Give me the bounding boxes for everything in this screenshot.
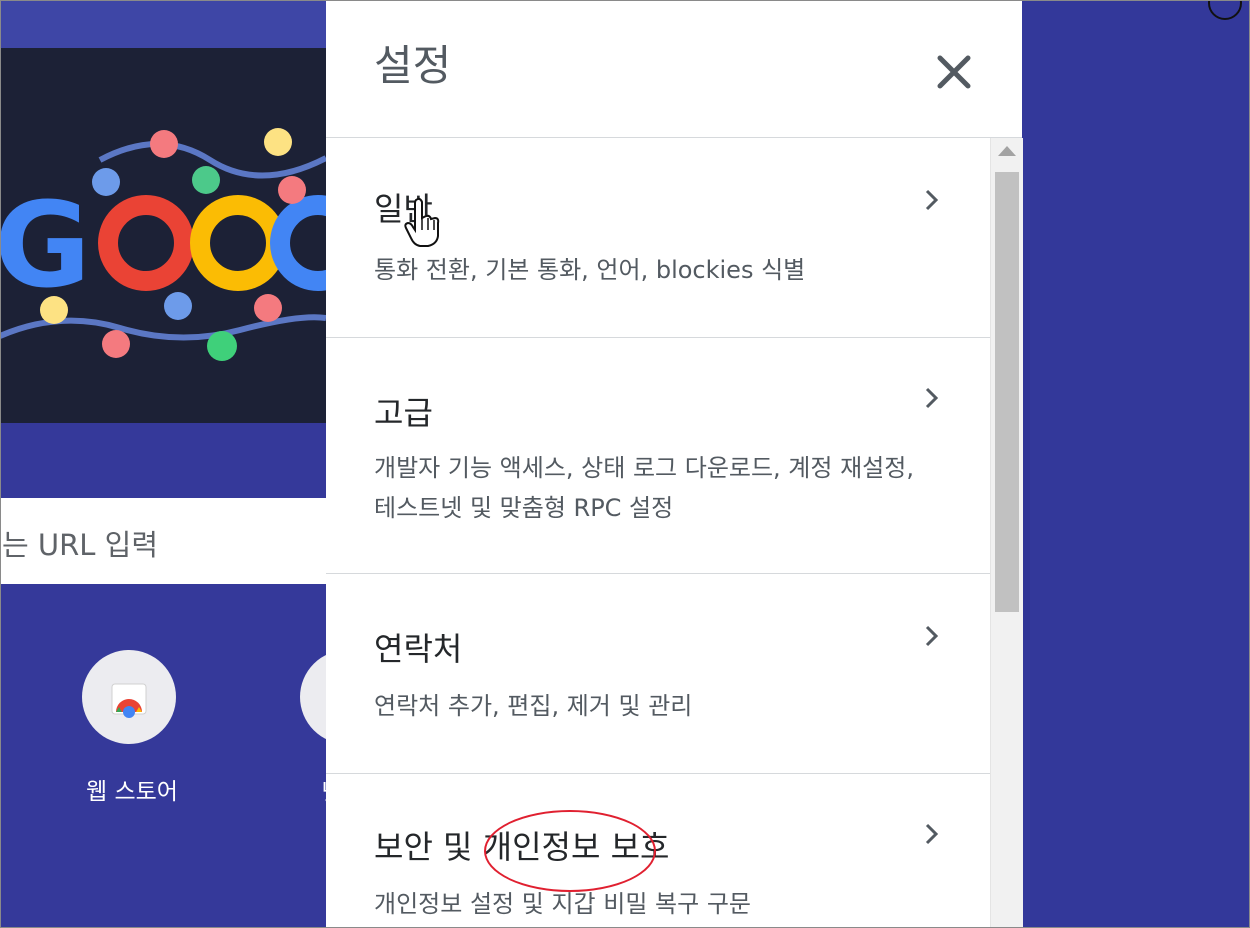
settings-panel: 설정 일반 통화 전환, 기본 통화, 언어, blockies 식별 고급 개…: [326, 0, 1023, 928]
settings-item-contacts[interactable]: 연락처 연락처 추가, 편집, 제거 및 관리: [326, 574, 990, 774]
settings-item-security-privacy[interactable]: 보안 및 개인정보 보호 개인정보 설정 및 지갑 비밀 복구 구문: [326, 774, 990, 928]
settings-list: 일반 통화 전환, 기본 통화, 언어, blockies 식별 고급 개발자 …: [326, 138, 990, 928]
settings-title: 설정: [374, 41, 452, 90]
close-button[interactable]: [934, 52, 974, 92]
settings-item-description: 연락처 추가, 편집, 제거 및 관리: [374, 692, 693, 720]
scrollbar-thumb[interactable]: [995, 172, 1019, 612]
chevron-right-icon: [925, 823, 939, 845]
shortcut-label-web-store: 웹 스토어: [86, 779, 178, 805]
scrollbar[interactable]: [990, 138, 1023, 928]
settings-item-advanced[interactable]: 고급 개발자 기능 액세스, 상태 로그 다운로드, 계정 재설정, 테스트넷 …: [326, 338, 990, 574]
settings-header: 설정: [326, 0, 1022, 138]
close-icon: [937, 55, 971, 89]
settings-item-description: 개발자 기능 액세스, 상태 로그 다운로드, 계정 재설정, 테스트넷 및 맞…: [374, 454, 914, 522]
settings-item-description: 통화 전환, 기본 통화, 언어, blockies 식별: [374, 256, 806, 284]
url-search-box[interactable]: 는 URL 입력: [0, 498, 326, 584]
doodle-letter-g: G: [0, 176, 91, 314]
settings-item-description: 개인정보 설정 및 지갑 비밀 복구 구문: [374, 890, 751, 918]
search-placeholder: 는 URL 입력: [2, 528, 159, 562]
settings-item-title: 보안 및 개인정보 보호: [374, 828, 670, 866]
chevron-right-icon: [925, 189, 939, 211]
settings-item-title: 연락처: [374, 630, 463, 668]
google-doodle[interactable]: G: [0, 48, 326, 423]
chevron-right-icon: [925, 387, 939, 409]
scroll-up-arrow-icon[interactable]: [998, 146, 1016, 156]
chevron-right-icon: [925, 625, 939, 647]
background-right-area: [1022, 0, 1250, 928]
settings-item-title: 고급: [374, 394, 433, 432]
shortcut-web-store[interactable]: 웹 스토어: [82, 650, 182, 805]
doodle-art: G: [0, 128, 326, 361]
chrome-web-store-icon: [82, 650, 176, 744]
background-top-bar: [0, 0, 330, 48]
hand-cursor-icon: [404, 197, 440, 247]
